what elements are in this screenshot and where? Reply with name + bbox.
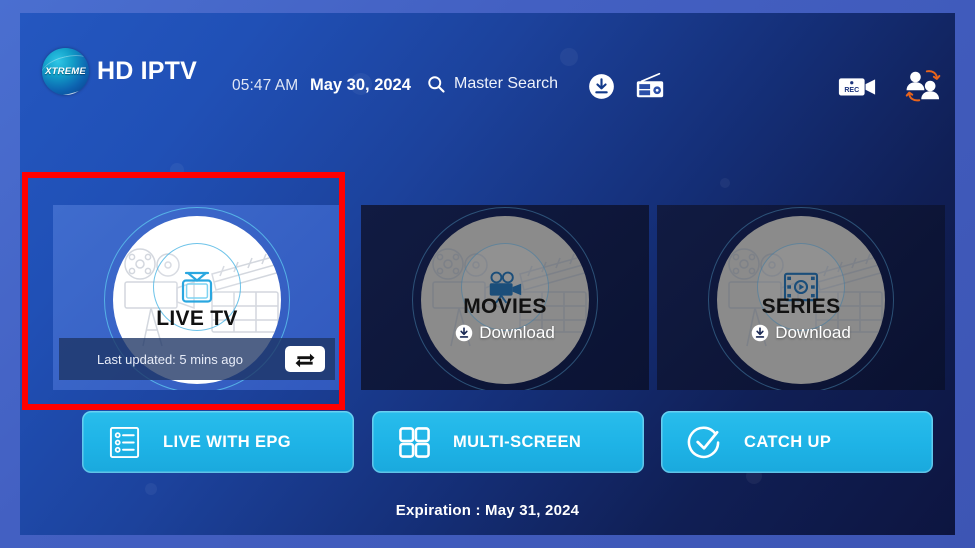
live-tv-last-updated: Last updated: 5 mins ago (97, 351, 243, 367)
multi-screen-button[interactable]: MULTI-SCREEN (372, 411, 644, 473)
movies-download-action[interactable]: Download (455, 323, 555, 343)
live-with-epg-label: LIVE WITH EPG (163, 432, 292, 451)
master-search-button[interactable]: Master Search (426, 74, 558, 94)
clock-time: 05:47 AM (232, 77, 299, 94)
radio-icon[interactable] (634, 71, 666, 106)
search-icon (428, 76, 445, 93)
download-circle-icon (455, 324, 473, 341)
card-title-series: SERIES (761, 294, 841, 318)
series-download-action[interactable]: Download (751, 323, 851, 343)
logo-wordmark: XTREME (45, 66, 86, 77)
movies-ring: MOVIES Download (412, 206, 598, 390)
app-screen: XTREME HD IPTV 05:47 AM May 30, 2024 Mas… (20, 13, 955, 535)
grid-four-icon (399, 426, 430, 458)
header-bar: XTREME HD IPTV 05:47 AM May 30, 2024 Mas… (20, 13, 955, 123)
clock-date: May 30, 2024 (310, 76, 411, 94)
card-title-movies: MOVIES (463, 294, 547, 318)
movies-circle: MOVIES Download (421, 215, 589, 384)
check-circle-icon (687, 425, 720, 458)
catch-up-button[interactable]: CATCH UP (661, 411, 933, 473)
live-tv-footer: Last updated: 5 mins ago (59, 338, 335, 380)
epg-list-icon (109, 426, 140, 458)
series-circle: SERIES Download (717, 215, 885, 384)
svg-text:REC: REC (844, 87, 859, 94)
multi-screen-label: MULTI-SCREEN (453, 432, 582, 451)
brand-logo: XTREME HD IPTV (42, 48, 197, 95)
card-series[interactable]: SERIES Download (657, 205, 945, 390)
series-download-label: Download (775, 322, 851, 342)
rec-icon[interactable]: REC (837, 71, 877, 106)
card-live-tv[interactable]: LIVE TV Last updated: 5 mins ago (53, 205, 341, 390)
xtreme-sphere-logo-icon: XTREME (42, 48, 89, 95)
download-icon[interactable] (588, 73, 615, 105)
catch-up-label: CATCH UP (744, 432, 832, 451)
card-title-live-tv: LIVE TV (156, 306, 238, 330)
series-ring: SERIES Download (708, 206, 894, 390)
live-with-epg-button[interactable]: LIVE WITH EPG (82, 411, 354, 473)
switch-user-icon[interactable] (903, 68, 945, 109)
expiration-text: Expiration : May 31, 2024 (395, 502, 580, 519)
card-movies[interactable]: MOVIES Download (361, 205, 649, 390)
movies-download-label: Download (479, 322, 555, 342)
bokeh-dot (170, 163, 184, 177)
app-frame: XTREME HD IPTV 05:47 AM May 30, 2024 Mas… (0, 0, 975, 548)
download-circle-icon (751, 324, 769, 341)
app-title: HD IPTV (97, 57, 198, 85)
bokeh-dot (720, 178, 730, 188)
refresh-loop-icon[interactable] (285, 346, 325, 372)
tv-icon (181, 271, 213, 303)
bokeh-dot (145, 483, 157, 495)
master-search-label: Master Search (454, 75, 559, 92)
